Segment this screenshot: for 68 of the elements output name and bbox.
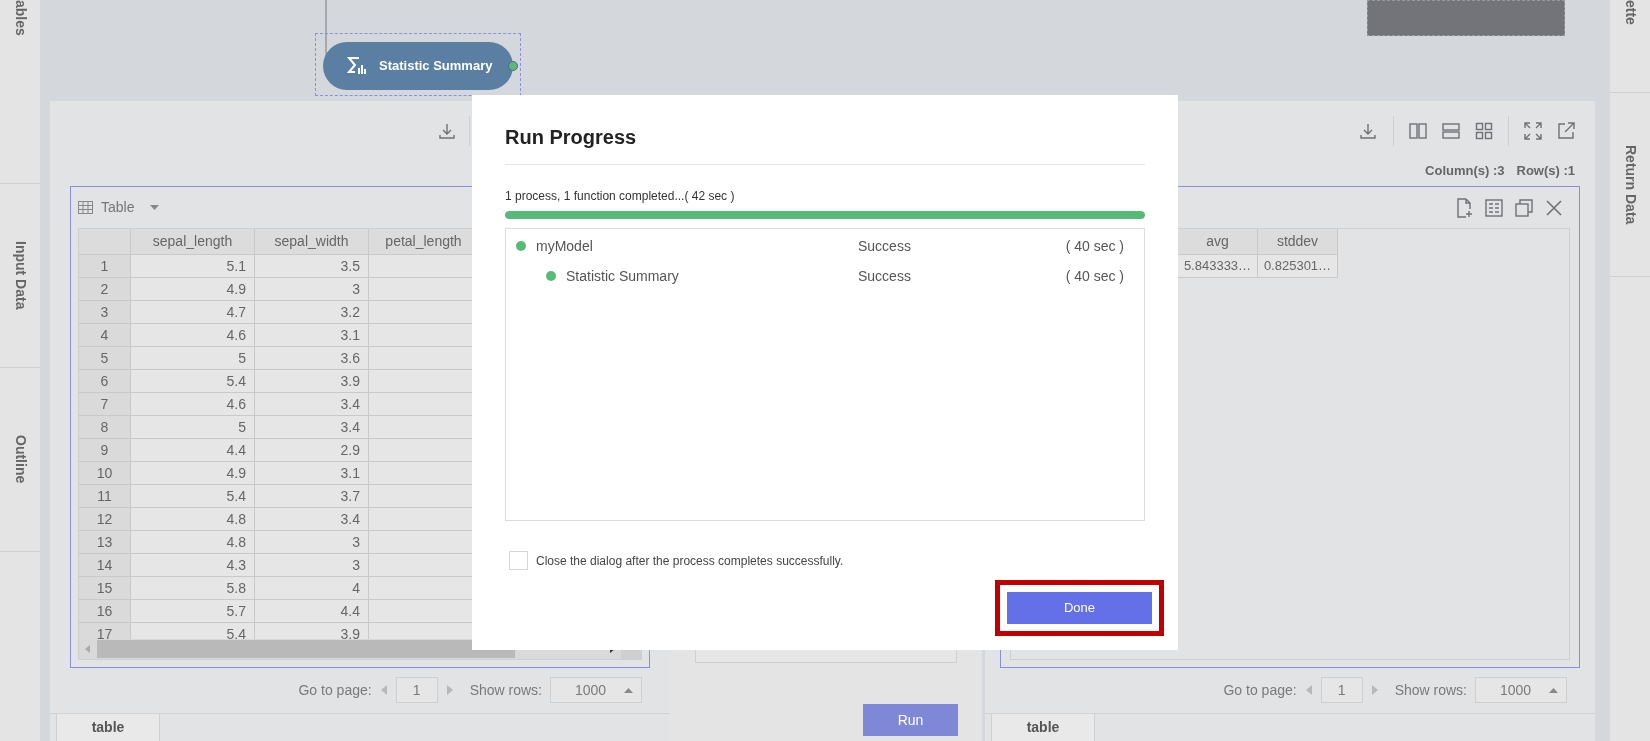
table-cell: 4 — [255, 577, 369, 600]
row-number: 3 — [79, 301, 131, 324]
count-label: Column(s) :3 — [1425, 162, 1505, 180]
process-name: Statistic Summary — [566, 266, 679, 286]
table-cell: 4.8 — [131, 531, 255, 554]
go-to-page-label: Go to page: — [298, 680, 372, 700]
show-rows-label: Show rows: — [1394, 680, 1467, 700]
table-cell: 4.7 — [131, 301, 255, 324]
table-cell: 3.2 — [255, 301, 369, 324]
row-number: 6 — [79, 370, 131, 393]
table-cell: 3 — [255, 531, 369, 554]
progress-text: 1 process, 1 function completed...( 42 sec ) — [505, 188, 736, 205]
table-cell: 3.1 — [255, 324, 369, 347]
process-status: Success — [858, 236, 912, 256]
table-cell: 4.9 — [131, 278, 255, 301]
show-rows-label: Show rows: — [469, 680, 542, 700]
row-number: 10 — [79, 462, 131, 485]
table-cell: 4.8 — [131, 508, 255, 531]
row-number: 14 — [79, 554, 131, 577]
row-number: 9 — [79, 439, 131, 462]
table-cell: 2.9 — [255, 439, 369, 462]
table-cell: 4.9 — [131, 462, 255, 485]
table-cell: 5.7 — [131, 600, 255, 623]
row-number: 2 — [79, 278, 131, 301]
table-cell: 4.4 — [255, 600, 369, 623]
table-cell: 3.4 — [255, 416, 369, 439]
row-number: 1 — [79, 255, 131, 278]
table-cell: 3.5 — [255, 255, 369, 278]
row-number: 5 — [79, 347, 131, 370]
process-status: Success — [858, 266, 912, 286]
row-number: 4 — [79, 324, 131, 347]
go-to-page-label: Go to page: — [1223, 680, 1297, 700]
table-cell: 3.9 — [255, 370, 369, 393]
row-number: 15 — [79, 577, 131, 600]
table-cell: 5.8 — [131, 577, 255, 600]
row-number: 7 — [79, 393, 131, 416]
table-cell: 5.843333… — [1178, 255, 1258, 278]
table-cell: 5 — [131, 347, 255, 370]
row-number: 8 — [79, 416, 131, 439]
row-number: 11 — [79, 485, 131, 508]
table-cell: 3.1 — [255, 462, 369, 485]
table-cell: 5 — [131, 416, 255, 439]
process-name: myModel — [536, 236, 593, 256]
table-cell: 3.9 — [255, 623, 369, 639]
table-cell: 3 — [255, 554, 369, 577]
table-cell: 3.4 — [255, 393, 369, 416]
dialog-title: Run Progress — [505, 95, 1145, 165]
process-time: ( 40 sec ) — [1064, 236, 1124, 256]
table-cell: 4.6 — [131, 393, 255, 416]
table-cell: 4.4 — [131, 439, 255, 462]
row-number: 17 — [79, 623, 131, 639]
table-cell: 5.1 — [131, 255, 255, 278]
process-time: ( 40 sec ) — [1064, 266, 1124, 286]
table-cell: 3.4 — [255, 508, 369, 531]
table-cell: 5.4 — [131, 370, 255, 393]
count-label: Row(s) :1 — [1516, 162, 1575, 180]
table-cell: 0.825301… — [1258, 255, 1338, 278]
row-number: 16 — [79, 600, 131, 623]
table-cell: 4.6 — [131, 324, 255, 347]
row-number: 12 — [79, 508, 131, 531]
table-cell: 3 — [255, 278, 369, 301]
table-cell: 5.4 — [131, 485, 255, 508]
auto-close-label: Close the dialog after the process completes successfully. — [536, 552, 844, 570]
table-cell: 5.4 — [131, 623, 255, 639]
table-cell: 4.3 — [131, 554, 255, 577]
table-cell: 3.6 — [255, 347, 369, 370]
table-cell: 3.7 — [255, 485, 369, 508]
row-number: 13 — [79, 531, 131, 554]
